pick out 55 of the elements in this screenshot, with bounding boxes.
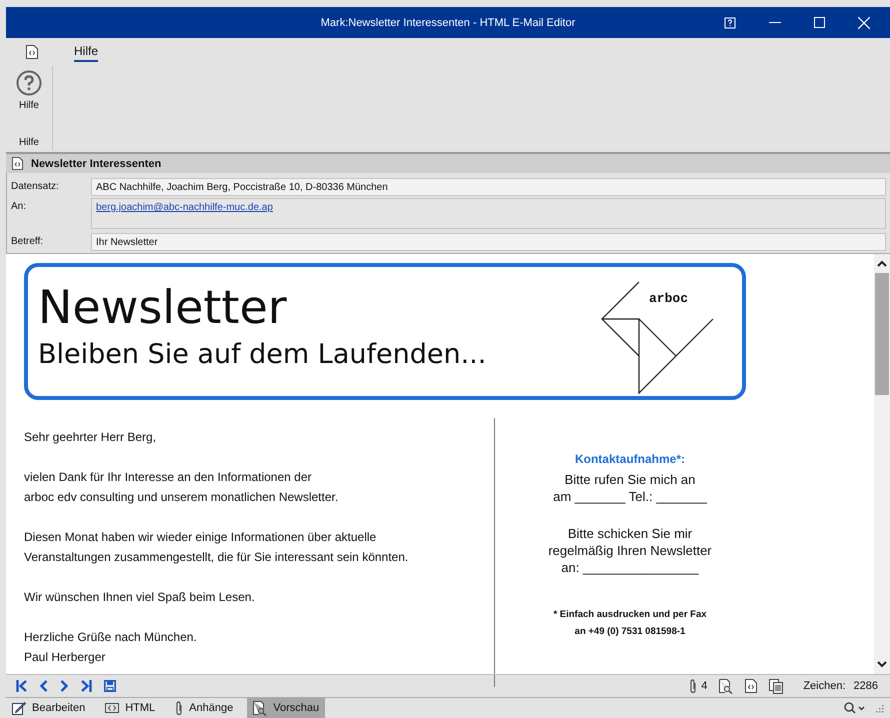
newsletter-title: Newsletter — [38, 281, 288, 333]
attachment-count: 4 — [701, 680, 708, 692]
group-label: Hilfe — [18, 137, 39, 150]
scroll-down-icon[interactable] — [877, 661, 887, 668]
contact-paragraph: Bitte rufen Sie mich an am _______ Tel.: _______ — [553, 471, 707, 505]
last-record-icon[interactable] — [80, 680, 92, 692]
code-file-icon[interactable] — [26, 45, 38, 59]
ribbon-tab[interactable]: Hilfe — [74, 42, 98, 62]
fax-footnote: * Einfach ausdrucken und per Fax an +49 (0) 7531 081598-1 — [553, 608, 707, 639]
paperclip-icon — [175, 700, 184, 716]
page-search-icon — [253, 700, 268, 716]
contact-paragraph: Bitte schicken Sie mir regelmäßig Ihren Newsletter an: ________________ — [548, 525, 712, 576]
input-field[interactable]: Ihr Newsletter — [91, 233, 886, 251]
help-button[interactable]: Hilfe — [14, 66, 44, 115]
next-icon[interactable] — [60, 680, 68, 692]
save-icon[interactable] — [104, 680, 116, 692]
paperclip-icon[interactable] — [689, 678, 698, 694]
resize-grip-icon[interactable] — [874, 703, 884, 713]
logo-text: arboc — [649, 291, 688, 306]
help-icon[interactable] — [724, 16, 736, 28]
code-file-icon[interactable] — [745, 679, 758, 693]
maximize-icon[interactable] — [814, 17, 825, 28]
field-label: Betreff: — [11, 235, 44, 247]
window-title: Mark:Newsletter Interessenten - HTML E-Mail Editor — [320, 16, 576, 28]
form-title: Newsletter Interessenten — [31, 158, 162, 170]
letter-paragraph: Diesen Monat haben wir wieder einige Informationen über aktuelle Veranstaltungen zusammengestellt, die für Sie interessant sein könnten. — [24, 529, 410, 566]
recipient-field[interactable]: berg.joachim@abc-nachhilfe-muc.de.ap — [91, 198, 886, 229]
page-search-icon[interactable] — [719, 678, 734, 694]
email-link[interactable]: berg.joachim@abc-nachhilfe-muc.de.ap — [96, 202, 273, 213]
first-record-icon[interactable] — [16, 680, 28, 692]
character-count-label: Zeichen: — [803, 680, 846, 692]
view-tab[interactable]: Bearbeiten — [6, 698, 92, 718]
view-tab[interactable]: Anhänge — [169, 698, 240, 718]
close-icon[interactable] — [858, 16, 870, 28]
field-label: Datensatz: — [11, 180, 60, 192]
view-tab[interactable]: HTML — [99, 698, 162, 718]
input-field[interactable]: ABC Nachhilfe, Joachim Berg, Poccistraße 10, D-80336 München — [91, 178, 886, 196]
previous-icon[interactable] — [40, 680, 48, 692]
contact-heading: Kontaktaufnahme*: — [574, 452, 685, 466]
copy-icon[interactable] — [769, 678, 784, 694]
edit-icon — [12, 701, 26, 715]
scrollbar[interactable] — [874, 254, 890, 674]
scroll-up-icon[interactable] — [877, 260, 887, 267]
character-count: 2286 — [854, 680, 878, 692]
letter-paragraph: Herzliche Grüße nach München. Paul Herberger — [24, 629, 198, 666]
letter-paragraph: Sehr geehrter Herr Berg, — [24, 429, 158, 446]
letter-paragraph: Wir wünschen Ihnen viel Spaß beim Lesen. — [24, 589, 256, 606]
field-label: An: — [11, 200, 28, 212]
minimize-icon[interactable] — [769, 22, 781, 24]
zoom-icon[interactable] — [844, 702, 866, 714]
code-icon — [105, 703, 120, 713]
code-file-icon — [12, 157, 23, 170]
view-tab[interactable]: Vorschau — [247, 698, 326, 718]
letter-paragraph: vielen Dank für Ihr Interesse an den Informationen der arboc edv consulting und unserem monatlichen Newsletter. — [24, 469, 340, 506]
newsletter-subtitle: Bleiben Sie auf dem Laufenden... — [38, 339, 486, 370]
